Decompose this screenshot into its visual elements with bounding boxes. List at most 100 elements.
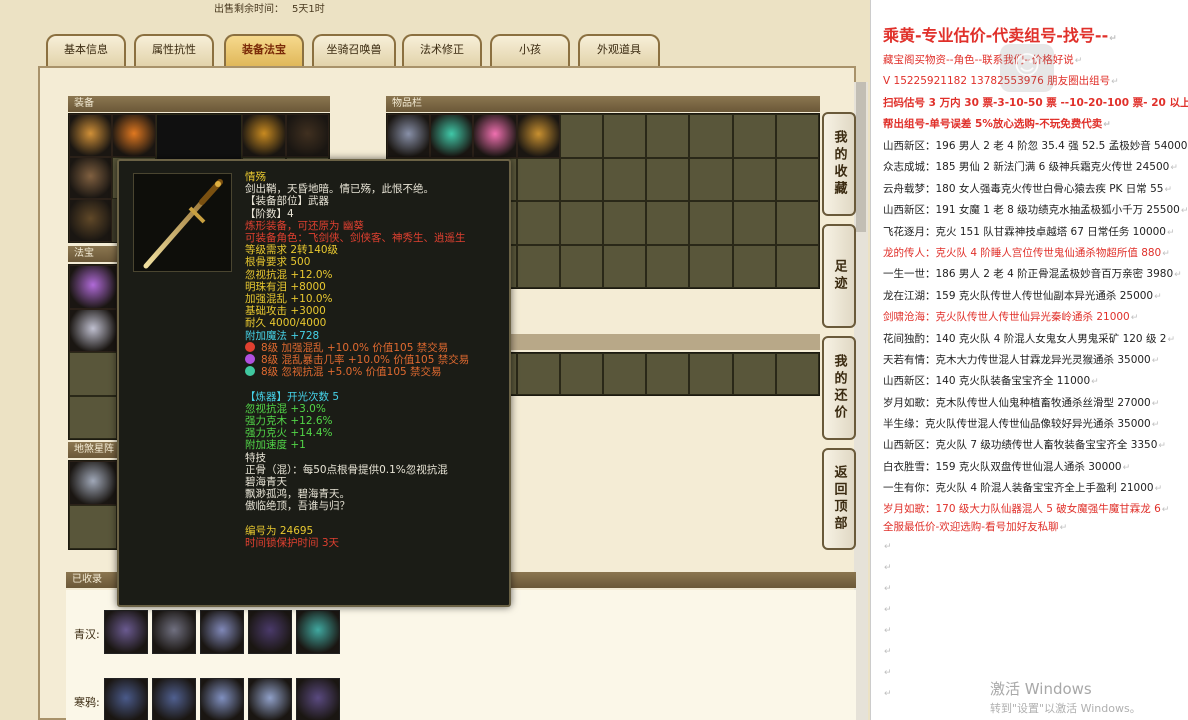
inventory-slot[interactable] bbox=[689, 244, 733, 288]
my-favorites-button[interactable]: 我的收藏 bbox=[822, 112, 856, 216]
inventory-slot[interactable] bbox=[603, 201, 647, 245]
document-line-text: 一生一世：186 男人 2 老 4 阶正骨混孟极妙音百万亲密 3980 bbox=[883, 268, 1174, 280]
document-line: 扫码估号 3 万内 30 票-3-10-50 票 --10-20-100 票- … bbox=[883, 95, 1188, 110]
footprint-button[interactable]: 足迹 bbox=[822, 224, 856, 328]
return-mark: ↵ bbox=[884, 668, 892, 678]
document-line-text: 岁月如歌：克木队传世人仙鬼种植畜牧通杀丝滑型 27000 bbox=[883, 397, 1151, 409]
inventory-panel-title: 物品栏 bbox=[386, 96, 820, 112]
windows-activation-subtitle: 转到"设置"以激活 Windows。 bbox=[990, 702, 1141, 715]
inventory-slot[interactable] bbox=[689, 353, 733, 395]
sale-time-value: 5天1时 bbox=[292, 4, 325, 15]
inventory-slot[interactable] bbox=[559, 114, 603, 158]
dijiang-slot[interactable] bbox=[69, 505, 117, 549]
tab-mounts-pets[interactable]: 坐骑召唤兽 bbox=[312, 34, 396, 66]
inventory-slot[interactable] bbox=[732, 201, 776, 245]
equip-slot-helmet[interactable] bbox=[69, 114, 113, 157]
inventory-slot[interactable] bbox=[516, 353, 560, 395]
inventory-item[interactable] bbox=[430, 114, 474, 158]
return-mark: ↵ bbox=[1151, 420, 1160, 430]
inventory-slot[interactable] bbox=[603, 157, 647, 201]
inventory-slot[interactable] bbox=[775, 244, 819, 288]
inventory-slot[interactable] bbox=[775, 114, 819, 158]
inventory-slot[interactable] bbox=[775, 353, 819, 395]
document-line: 龙的传人：克火队 4 阶睡人宫位传世鬼仙通杀物超所值 880↵ bbox=[883, 245, 1170, 260]
tooltip-line: 根骨要求 500 bbox=[245, 256, 507, 268]
tooltip-line: 等级需求 2转140级 bbox=[245, 244, 507, 256]
tooltip-line-text: 可装备角色：飞剑侠、剑侠客、神秀生、逍遥生 bbox=[245, 232, 466, 245]
inventory-slot[interactable] bbox=[516, 201, 560, 245]
inventory-slot[interactable] bbox=[559, 244, 603, 288]
collected-item-icon[interactable] bbox=[296, 678, 340, 720]
document-line: 一生一世：186 男人 2 老 4 阶正骨混孟极妙音百万亲密 3980↵ bbox=[883, 266, 1182, 281]
dijiang-slot[interactable] bbox=[69, 461, 117, 505]
tab-appearance-items[interactable]: 外观道具 bbox=[578, 34, 660, 66]
collected-item-icon[interactable] bbox=[152, 678, 196, 720]
equip-slot-necklace[interactable] bbox=[112, 114, 156, 157]
return-mark: ↵ bbox=[884, 647, 892, 657]
inventory-slot[interactable] bbox=[646, 114, 690, 158]
return-mark: ↵ bbox=[1164, 185, 1173, 195]
inventory-slot[interactable] bbox=[559, 201, 603, 245]
inventory-slot[interactable] bbox=[646, 201, 690, 245]
fabao-slot[interactable] bbox=[69, 265, 117, 309]
back-to-top-button[interactable]: 返回顶部 bbox=[822, 448, 856, 550]
tooltip-line-text: 8级 混乱暴击几率 +10.0% 价值105 禁交易 bbox=[261, 354, 470, 367]
fabao-slot[interactable] bbox=[69, 352, 117, 396]
inventory-item[interactable] bbox=[473, 114, 517, 158]
page-scrollbar[interactable] bbox=[854, 82, 868, 720]
empty-document-line: ↵ bbox=[883, 603, 892, 615]
inventory-slot[interactable] bbox=[646, 353, 690, 395]
collected-item-icon[interactable] bbox=[248, 610, 292, 654]
inventory-slot[interactable] bbox=[689, 201, 733, 245]
tab-attributes[interactable]: 属性抗性 bbox=[134, 34, 214, 66]
equip-slot-weapon[interactable] bbox=[69, 156, 113, 200]
dijiang-panel-title: 地煞星阵 bbox=[68, 442, 118, 458]
tab-children[interactable]: 小孩 bbox=[490, 34, 570, 66]
inventory-slot[interactable] bbox=[732, 157, 776, 201]
inventory-item[interactable] bbox=[516, 114, 560, 158]
inventory-slot[interactable] bbox=[559, 353, 603, 395]
fabao-slot[interactable] bbox=[69, 308, 117, 352]
inventory-slot[interactable] bbox=[603, 244, 647, 288]
document-line: 山西新区：克火队 7 级功绩传世人畜牧装备宝宝齐全 3350↵ bbox=[883, 437, 1166, 452]
collected-item-icon[interactable] bbox=[296, 610, 340, 654]
inventory-slot[interactable] bbox=[732, 114, 776, 158]
collected-item-icon[interactable] bbox=[152, 610, 196, 654]
collected-item-icon[interactable] bbox=[200, 610, 244, 654]
inventory-slot[interactable] bbox=[689, 157, 733, 201]
tooltip-line-text: 附加速度 +1 bbox=[245, 439, 306, 452]
collected-item-icon[interactable] bbox=[104, 678, 148, 720]
collected-item-icon[interactable] bbox=[248, 678, 292, 720]
collected-item-icon[interactable] bbox=[200, 678, 244, 720]
inventory-slot[interactable] bbox=[559, 157, 603, 201]
equip-slot-shoes[interactable] bbox=[69, 199, 113, 242]
my-counteroffer-button[interactable]: 我的还价 bbox=[822, 336, 856, 440]
document-line-text: 白衣胜雪：159 克火队双盘传世仙混人通杀 30000 bbox=[883, 461, 1122, 473]
inventory-slot[interactable] bbox=[775, 201, 819, 245]
fabao-slot[interactable] bbox=[69, 395, 117, 439]
equip-slot-armor[interactable] bbox=[242, 114, 286, 157]
scrollbar-thumb[interactable] bbox=[856, 82, 866, 232]
tab-equipment[interactable]: 装备法宝 bbox=[224, 34, 304, 66]
collected-item-icon[interactable] bbox=[104, 610, 148, 654]
inventory-slot[interactable] bbox=[516, 244, 560, 288]
inventory-slot[interactable] bbox=[603, 114, 647, 158]
tab-spell-correction[interactable]: 法术修正 bbox=[402, 34, 482, 66]
inventory-slot[interactable] bbox=[732, 353, 776, 395]
inventory-slot[interactable] bbox=[689, 114, 733, 158]
document-line-text: 山西新区：196 男人 2 老 4 阶忽 35.4 强 52.5 孟极妙音 54… bbox=[883, 140, 1188, 152]
tab-basic-info[interactable]: 基本信息 bbox=[46, 34, 126, 66]
tooltip-line: 【装备部位】武器 bbox=[245, 195, 507, 207]
inventory-slot[interactable] bbox=[732, 244, 776, 288]
return-mark: ↵ bbox=[884, 605, 892, 615]
equip-slot-belt[interactable] bbox=[285, 114, 329, 157]
sale-time-info: 出售剩余时间： 5天1时 bbox=[214, 0, 333, 15]
inventory-slot[interactable] bbox=[646, 244, 690, 288]
inventory-slot[interactable] bbox=[516, 157, 560, 201]
inventory-slot[interactable] bbox=[775, 157, 819, 201]
inventory-slot[interactable] bbox=[646, 157, 690, 201]
collected-row-label: 青汉: bbox=[74, 628, 100, 641]
document-line-text: 半生缘：克火队传世混人传世仙品像较好异光通杀 35000 bbox=[883, 418, 1151, 430]
inventory-slot[interactable] bbox=[603, 353, 647, 395]
inventory-item[interactable] bbox=[387, 114, 431, 158]
